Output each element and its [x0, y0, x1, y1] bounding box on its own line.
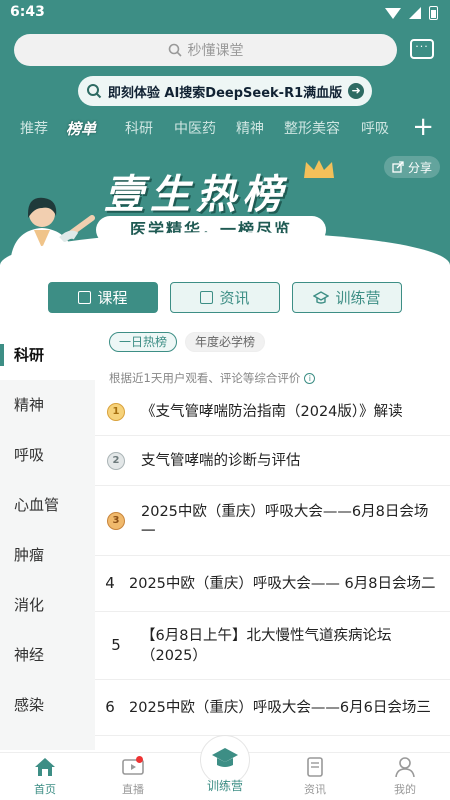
- nav-me[interactable]: 我的: [360, 753, 450, 800]
- tab-respiratory[interactable]: 呼吸: [361, 118, 389, 138]
- user-icon: [395, 757, 415, 777]
- hero-title: 壹生热榜: [104, 172, 288, 218]
- status-bar: 6:43: [0, 0, 450, 26]
- news-icon: [307, 757, 323, 777]
- sidebar-item-digestive[interactable]: 消化: [0, 580, 95, 630]
- sidebar-item-cardiovascular[interactable]: 心血管: [0, 480, 95, 530]
- ranking-row[interactable]: 4 2025中欧（重庆）呼吸大会—— 6月8日会场二: [95, 556, 450, 612]
- sidebar-item-psychiatry[interactable]: 精神: [0, 380, 95, 430]
- tab-cosmetic[interactable]: 整形美容: [284, 118, 340, 138]
- tab-research[interactable]: 科研: [125, 118, 153, 138]
- category-tabs: 推荐 榜单 科研 中医药 精神 整形美容 呼吸 +: [0, 112, 450, 142]
- tab-courses-label: 课程: [97, 289, 128, 307]
- sidebar-item-research[interactable]: 科研: [0, 330, 95, 380]
- ranking-title: 支气管哮喘的诊断与评估: [141, 453, 301, 469]
- filter-annual[interactable]: 年度必学榜: [185, 332, 266, 352]
- bronze-medal-icon: 3: [107, 512, 125, 530]
- sidebar-item-respiratory[interactable]: 呼吸: [0, 430, 95, 480]
- ranking-row[interactable]: 2 支气管哮喘的诊断与评估: [95, 436, 450, 486]
- ranking-row[interactable]: 1 《支气管哮喘防治指南（2024版）》解读: [95, 388, 450, 436]
- tab-psychiatry[interactable]: 精神: [236, 118, 264, 138]
- content-type-tabs: 课程 资讯 训练营: [0, 282, 450, 314]
- wifi-icon: [385, 7, 401, 19]
- ranking-title: 2025中欧（重庆）呼吸大会——6月8日会场一: [141, 504, 429, 540]
- sidebar-item-oncology[interactable]: 肿瘤: [0, 530, 95, 580]
- sidebar-item-infection[interactable]: 感染: [0, 680, 95, 730]
- nav-news[interactable]: 资讯: [270, 753, 360, 800]
- ranking-title: 2025中欧（重庆）呼吸大会——6月6日会场三: [129, 700, 431, 716]
- ranking-panel: 一日热榜 年度必学榜 根据近1天用户观看、评论等综合评价 i 1 《支气管哮喘防…: [95, 330, 450, 750]
- ranking-row[interactable]: 6 2025中欧（重庆）呼吸大会——6月6日会场三: [95, 680, 450, 736]
- sidebar-item-neurology[interactable]: 神经: [0, 630, 95, 680]
- tab-training-camp[interactable]: 训练营: [292, 282, 402, 313]
- ai-search-banner[interactable]: 即刻体验 AI搜索DeepSeek-R1满血版 ➜: [78, 76, 372, 106]
- crown-icon: [304, 160, 334, 178]
- arrow-right-icon: ➜: [348, 83, 365, 99]
- search-icon: [168, 43, 182, 57]
- nav-news-label: 资讯: [304, 783, 326, 796]
- tab-courses[interactable]: 课程: [48, 282, 158, 313]
- video-icon: [78, 291, 92, 304]
- home-icon: [35, 758, 55, 776]
- document-icon: [200, 291, 214, 304]
- search-placeholder: 秒懂课堂: [187, 43, 244, 59]
- ranking-note: 根据近1天用户观看、评论等综合评价 i: [109, 370, 316, 386]
- battery-icon: [429, 6, 438, 20]
- add-category-icon[interactable]: +: [412, 112, 434, 142]
- silver-medal-icon: 2: [107, 452, 125, 470]
- graduation-cap-icon: [212, 748, 238, 767]
- specialty-sidebar: 科研 精神 呼吸 心血管 肿瘤 消化 神经 感染: [0, 330, 95, 750]
- signal-icon: [409, 7, 421, 19]
- rank-number: 6: [105, 698, 115, 716]
- ranking-row[interactable]: 5 【6月8日上午】北大慢性气道疾病论坛（2025）: [95, 612, 450, 680]
- tab-training-camp-label: 训练营: [335, 289, 381, 307]
- rank-number: 5: [111, 636, 121, 654]
- nav-me-label: 我的: [394, 783, 416, 796]
- share-icon: [392, 161, 404, 173]
- bottom-navigation: 首页 直播 训练营 资讯 我的: [0, 735, 450, 800]
- status-time: 6:43: [10, 4, 45, 20]
- gold-medal-icon: 1: [107, 403, 125, 421]
- ai-banner-text: 即刻体验 AI搜索DeepSeek-R1满血版: [107, 85, 343, 101]
- share-label: 分享: [407, 160, 432, 175]
- tab-tcm[interactable]: 中医药: [174, 118, 216, 138]
- filter-daily-hot[interactable]: 一日热榜: [109, 332, 178, 352]
- info-icon[interactable]: i: [304, 372, 316, 384]
- rank-number: 4: [105, 574, 115, 592]
- ranking-row[interactable]: 3 2025中欧（重庆）呼吸大会——6月8日会场一: [95, 486, 450, 556]
- graduation-cap-icon: [313, 290, 330, 304]
- ranking-title: 2025中欧（重庆）呼吸大会—— 6月8日会场二: [129, 576, 436, 592]
- ai-search-icon: [86, 84, 102, 99]
- tab-news-label: 资讯: [219, 289, 250, 307]
- tab-ranking[interactable]: 榜单: [66, 118, 96, 139]
- search-bar[interactable]: 秒懂课堂: [14, 34, 397, 66]
- message-icon[interactable]: ···: [410, 39, 434, 59]
- notification-dot: [136, 756, 143, 763]
- tab-recommend[interactable]: 推荐: [20, 118, 48, 138]
- ranking-title: 【6月8日上午】北大慢性气道疾病论坛（2025）: [141, 628, 392, 664]
- share-button[interactable]: 分享: [383, 156, 440, 178]
- tab-news[interactable]: 资讯: [170, 282, 280, 313]
- ranking-title: 《支气管哮喘防治指南（2024版）》解读: [141, 404, 403, 420]
- ranking-note-text: 根据近1天用户观看、评论等综合评价: [109, 371, 301, 385]
- header-area: 6:43 秒懂课堂 ··· 即刻体验 AI搜索DeepSeek-R1满血版 ➜ …: [0, 0, 450, 265]
